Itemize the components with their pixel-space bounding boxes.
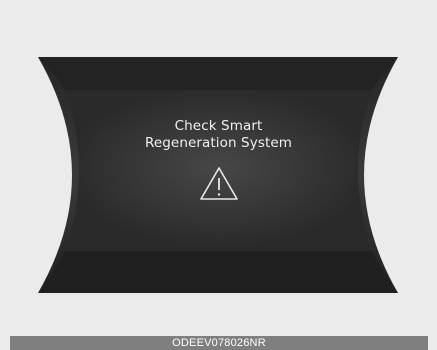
panel-top-band bbox=[38, 57, 398, 90]
warning-triangle-icon bbox=[199, 166, 239, 202]
warning-message: Check Smart Regeneration System bbox=[80, 118, 357, 152]
panel-bottom-band bbox=[38, 251, 398, 293]
message-line-2: Regeneration System bbox=[144, 135, 293, 151]
message-line-1: Check Smart bbox=[174, 118, 263, 134]
image-code-caption: ODEEV078026NR bbox=[10, 336, 428, 350]
